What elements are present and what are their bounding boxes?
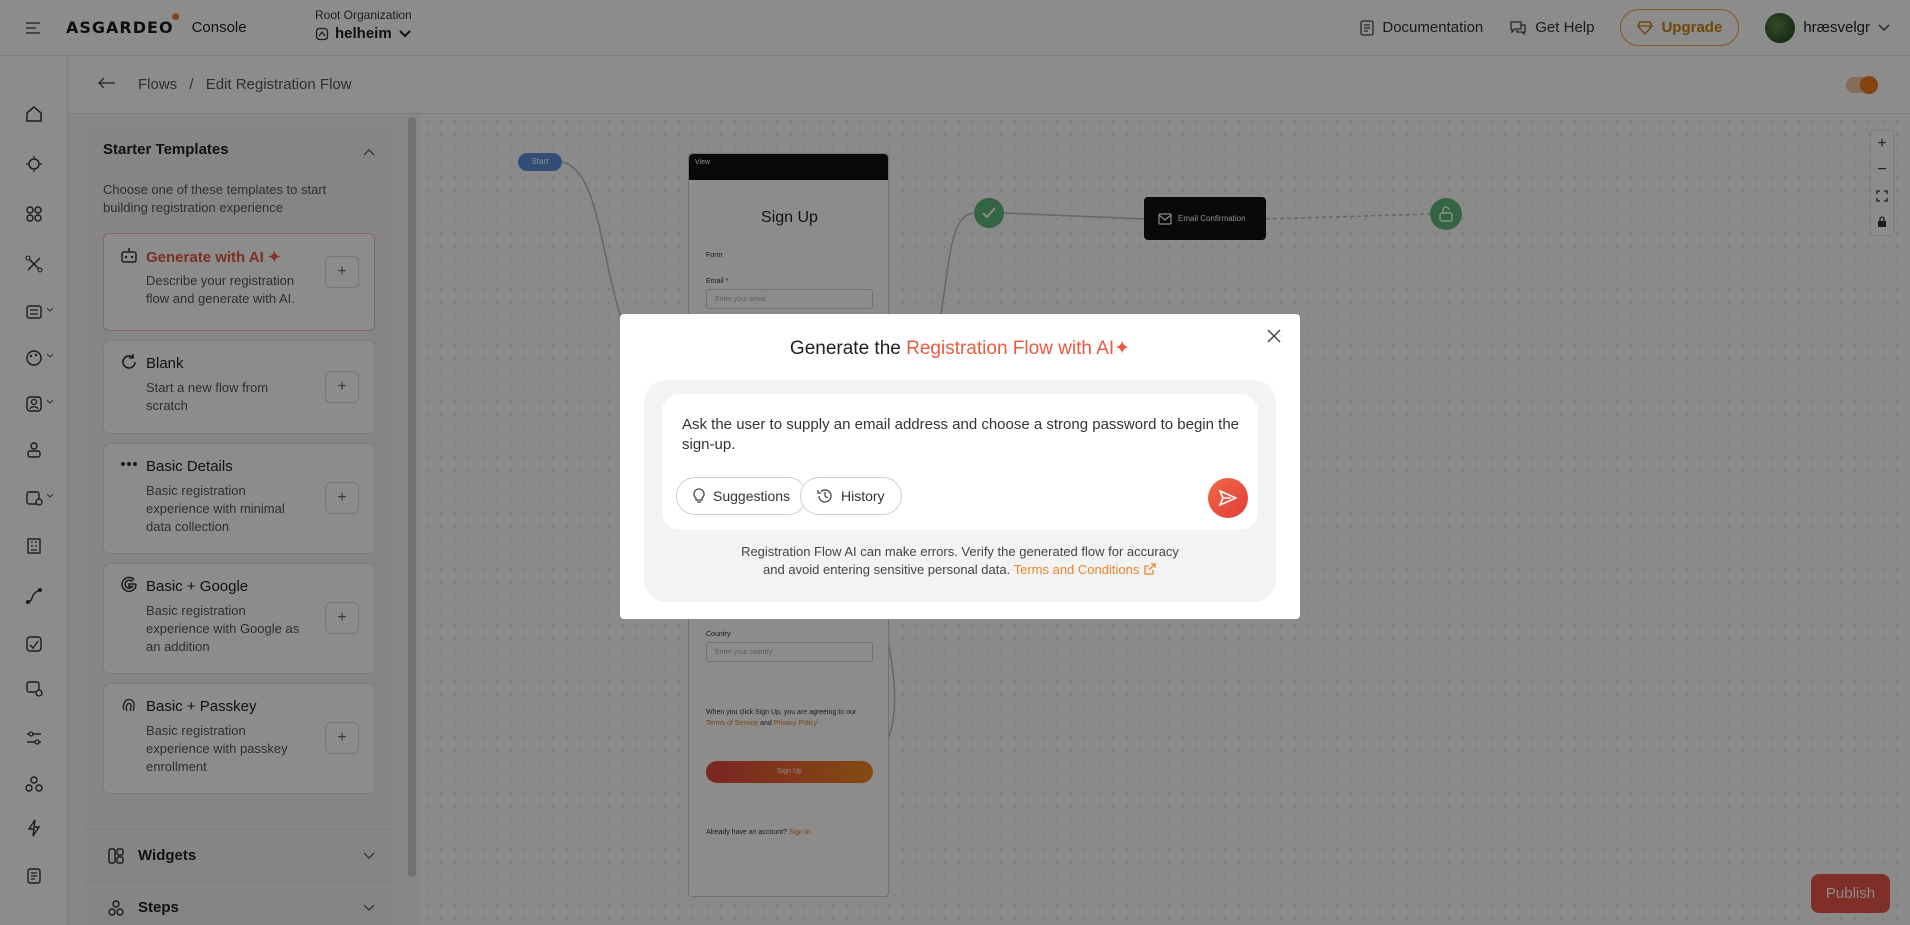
terms-link[interactable]: Terms and Conditions [1014,562,1157,577]
send-icon [1219,490,1237,506]
prompt-container: Ask the user to supply an email address … [644,380,1276,602]
close-icon[interactable] [1266,328,1284,346]
ai-generate-modal: Generate the Registration Flow with AI✦ … [620,314,1300,619]
history-icon [817,489,832,503]
history-button[interactable]: History [800,477,902,515]
modal-title: Generate the Registration Flow with AI✦ [789,338,1131,359]
prompt-text[interactable]: Ask the user to supply an email address … [682,415,1242,455]
suggestions-button[interactable]: Suggestions [676,477,808,515]
external-link-icon [1144,563,1156,575]
sparkle-icon: ✦ [1114,338,1131,359]
send-button[interactable] [1208,478,1248,518]
lightbulb-icon [693,488,705,503]
prompt-input[interactable]: Ask the user to supply an email address … [662,394,1258,530]
ai-disclaimer: Registration Flow AI can make errors. Ve… [741,544,1179,577]
